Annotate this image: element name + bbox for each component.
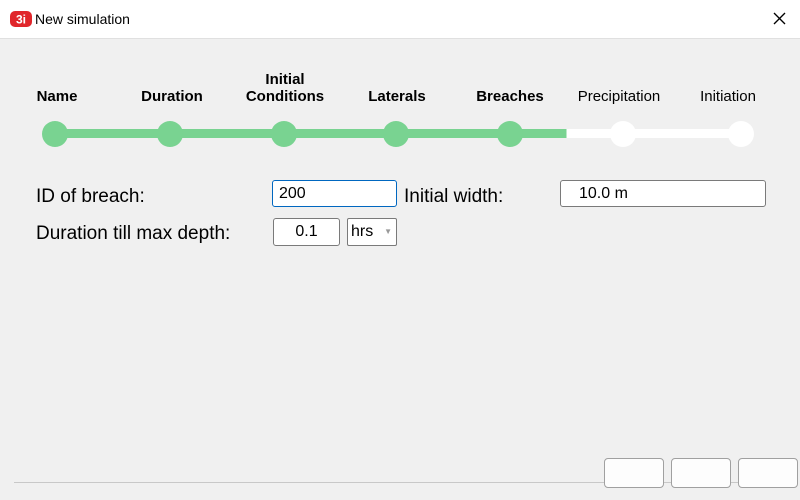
step-dot-name[interactable] <box>42 121 68 147</box>
step-label-initial-conditions[interactable]: Initial Conditions <box>239 71 331 105</box>
step-label-breaches[interactable]: Breaches <box>455 88 565 105</box>
step-label-laterals[interactable]: Laterals <box>342 88 452 105</box>
step-label-precipitation[interactable]: Precipitation <box>564 88 674 105</box>
progress-bar-segment <box>55 129 170 138</box>
progress-bar-segment <box>284 129 396 138</box>
wizard-content: Name Duration Initial Conditions Lateral… <box>0 38 800 500</box>
footer-button-2[interactable] <box>671 458 731 488</box>
duration-label: Duration till max depth: <box>36 223 231 244</box>
duration-input[interactable]: 0.1 <box>273 218 340 246</box>
footer-button-1[interactable] <box>604 458 664 488</box>
breach-id-label: ID of breach: <box>36 186 145 207</box>
initial-width-input[interactable]: 10.0 m <box>560 180 766 207</box>
close-icon <box>773 12 786 25</box>
step-dot-laterals[interactable] <box>383 121 409 147</box>
chevron-down-icon: ▼ <box>384 227 392 236</box>
divider <box>0 38 800 39</box>
close-button[interactable] <box>764 4 796 34</box>
step-dot-initiation[interactable] <box>728 121 754 147</box>
progress-bar-segment <box>623 129 741 138</box>
step-dot-precipitation[interactable] <box>610 121 636 147</box>
step-label-duration[interactable]: Duration <box>117 88 227 105</box>
progress-bar-segment <box>170 129 284 138</box>
duration-unit-select[interactable]: hrs ▼ <box>347 218 397 246</box>
breach-id-input[interactable]: 200 <box>272 180 397 207</box>
step-dot-initial-conditions[interactable] <box>271 121 297 147</box>
progress-bar-segment <box>510 129 623 138</box>
step-label-initiation[interactable]: Initiation <box>673 88 783 105</box>
footer-button-3[interactable] <box>738 458 798 488</box>
initial-width-label: Initial width: <box>404 186 504 207</box>
title-bar: 3i New simulation <box>0 0 800 38</box>
progress-bar-segment <box>396 129 510 138</box>
app-logo-icon: 3i <box>10 11 32 27</box>
duration-unit-value: hrs <box>351 223 374 240</box>
window-title: New simulation <box>35 11 130 27</box>
step-dot-breaches[interactable] <box>497 121 523 147</box>
svg-text:3i: 3i <box>16 13 26 27</box>
step-label-name[interactable]: Name <box>2 88 112 105</box>
step-dot-duration[interactable] <box>157 121 183 147</box>
